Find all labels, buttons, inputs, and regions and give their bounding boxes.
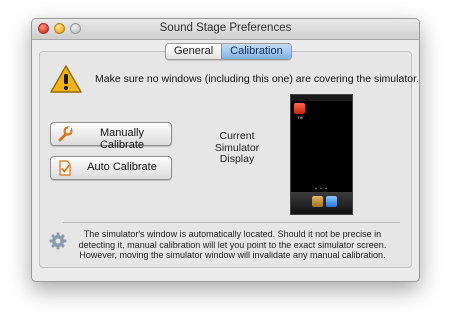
manually-calibrate-button[interactable]: Manually Calibrate — [50, 122, 172, 151]
warning-message: Make sure no windows (including this one… — [95, 73, 419, 85]
auto-calibrate-button[interactable]: Auto Calibrate — [50, 156, 172, 180]
document-check-icon — [59, 160, 71, 176]
tab-calibration[interactable]: Calibration — [221, 44, 291, 59]
window-title: Sound Stage Preferences — [159, 22, 292, 34]
app-label: Tiff — [297, 115, 303, 120]
manually-calibrate-label: Manually Calibrate — [99, 127, 145, 151]
dock-app-icon — [312, 196, 323, 207]
app-icon — [294, 103, 305, 114]
preferences-window: Sound Stage Preferences General Calibrat… — [31, 18, 420, 282]
info-message: The simulator's window is automatically … — [78, 229, 387, 260]
warning-icon — [50, 65, 82, 93]
dock-app-icon — [326, 196, 337, 207]
gear-icon — [49, 232, 67, 250]
current-display-label: Current Simulator Display — [214, 130, 260, 165]
status-bar — [291, 95, 352, 101]
title-bar[interactable]: Sound Stage Preferences — [32, 19, 419, 40]
wrench-icon — [58, 126, 73, 142]
tab-bar: General Calibration — [165, 43, 292, 60]
divider — [63, 222, 400, 223]
tab-general[interactable]: General — [166, 44, 222, 59]
auto-calibrate-label: Auto Calibrate — [87, 161, 157, 173]
dock — [291, 192, 352, 214]
simulator-display-preview: Tiff • • • — [290, 94, 353, 215]
